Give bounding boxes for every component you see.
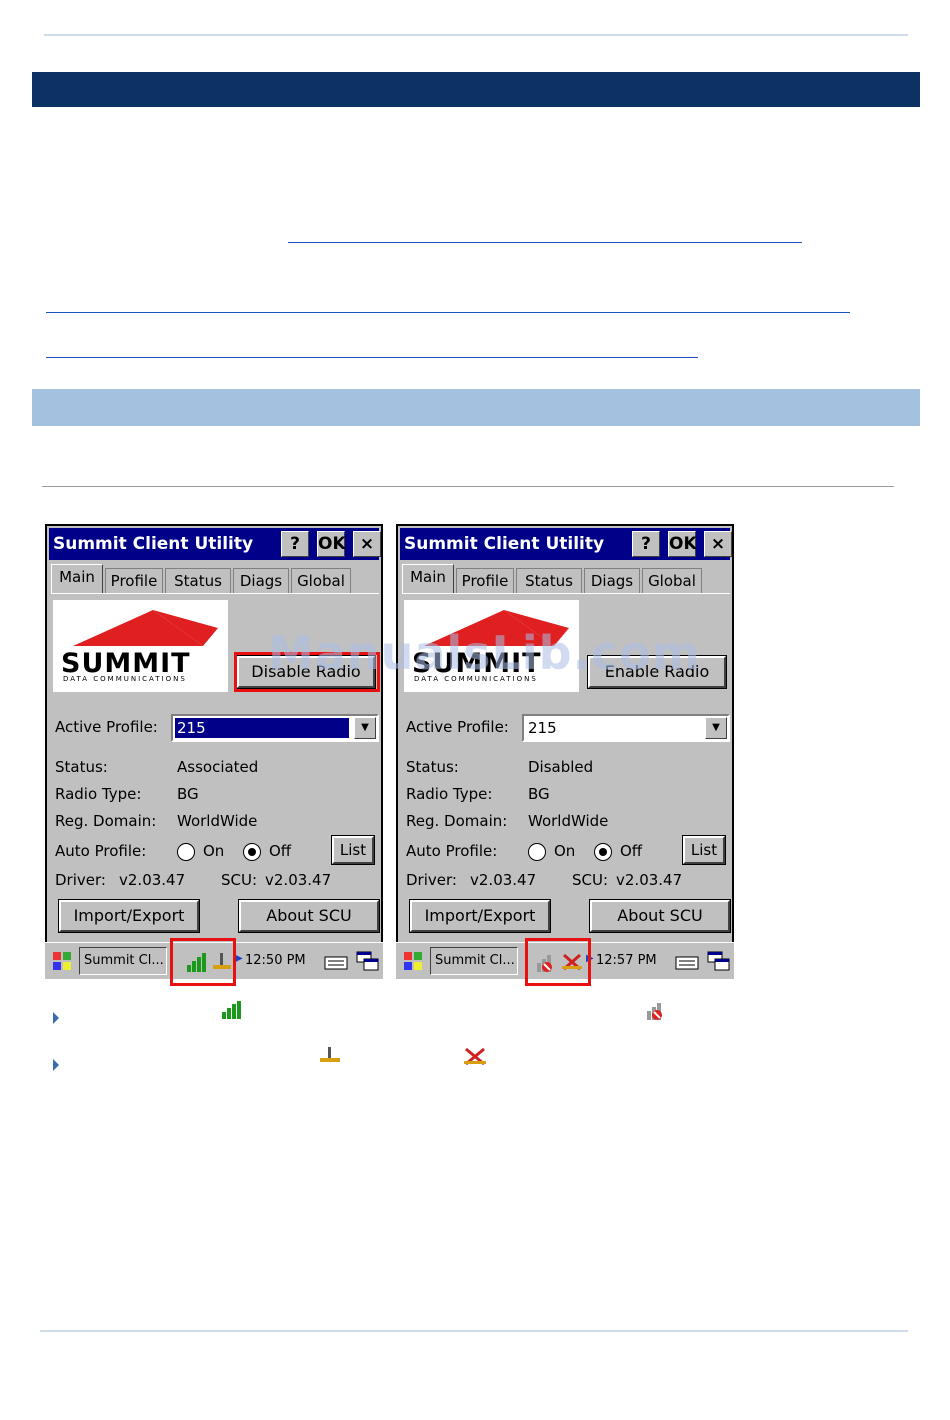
auto-profile-on-label: On: [554, 842, 576, 860]
scu-window-right: Summit Client Utility ? OK × Main Profil…: [396, 524, 734, 986]
active-profile-value: 215: [528, 719, 557, 737]
tab-profile[interactable]: Profile: [105, 568, 163, 593]
link-underline[interactable]: [46, 312, 850, 313]
tab-global[interactable]: Global: [291, 568, 351, 593]
scu-value: v2.03.47: [265, 871, 332, 889]
auto-profile-off-label: Off: [620, 842, 643, 860]
tab-status[interactable]: Status: [165, 568, 231, 593]
reg-domain-value: WorldWide: [177, 812, 258, 830]
auto-profile-on-radio[interactable]: [528, 843, 546, 861]
active-profile-select[interactable]: 215 ▼: [171, 714, 379, 742]
section-header-band: [32, 72, 920, 107]
title-bar: Summit Client Utility ? OK ×: [400, 528, 732, 560]
status-label: Status:: [55, 758, 108, 776]
auto-profile-off-label: Off: [269, 842, 292, 860]
ok-button[interactable]: OK: [668, 531, 697, 557]
bullet-arrow-icon: [53, 1012, 59, 1024]
tab-global[interactable]: Global: [642, 568, 702, 593]
radio-type-label: Radio Type:: [55, 785, 142, 803]
close-button[interactable]: ×: [704, 531, 732, 557]
help-button[interactable]: ?: [281, 531, 309, 557]
tab-diags[interactable]: Diags: [233, 568, 289, 593]
list-button[interactable]: List: [331, 835, 375, 865]
title-bar: Summit Client Utility ? OK ×: [49, 528, 381, 560]
bottom-rule: [40, 1330, 908, 1332]
keyboard-icon[interactable]: [323, 949, 349, 973]
status-label: Status:: [406, 758, 459, 776]
auto-profile-off-radio[interactable]: [243, 843, 261, 861]
active-profile-label: Active Profile:: [406, 718, 509, 736]
reg-domain-label: Reg. Domain:: [55, 812, 157, 830]
list-button[interactable]: List: [682, 835, 726, 865]
radio-type-label: Radio Type:: [406, 785, 493, 803]
window-switch-icon[interactable]: [355, 949, 381, 973]
active-profile-value: 215: [174, 717, 350, 739]
import-export-button[interactable]: Import/Export: [58, 899, 200, 933]
radio-type-value: BG: [528, 785, 550, 803]
scu-window-left: Summit Client Utility ? OK × Main Profil…: [45, 524, 383, 986]
network-disconnected-icon: [464, 1047, 486, 1066]
signal-strength-icon: [222, 1001, 241, 1019]
link-underline[interactable]: [46, 357, 698, 358]
radio-type-value: BG: [177, 785, 199, 803]
tab-status[interactable]: Status: [516, 568, 582, 593]
summit-logo-mark: [73, 610, 218, 646]
status-value: Associated: [177, 758, 259, 776]
clock: 12:50 PM: [245, 953, 306, 968]
ok-button[interactable]: OK: [317, 531, 346, 557]
bullet-arrow-icon: [53, 1059, 59, 1071]
windows-start-icon[interactable]: [400, 949, 426, 973]
reg-domain-label: Reg. Domain:: [406, 812, 508, 830]
taskbar-task-button[interactable]: Summit Cl...: [79, 947, 167, 975]
caption-rule: [42, 486, 894, 487]
import-export-button[interactable]: Import/Export: [409, 899, 551, 933]
link-underline[interactable]: [288, 242, 802, 243]
tab-profile[interactable]: Profile: [456, 568, 514, 593]
chevron-down-icon[interactable]: ▼: [354, 717, 376, 739]
window-switch-icon[interactable]: [706, 949, 732, 973]
scu-value: v2.03.47: [616, 871, 683, 889]
chevron-down-icon[interactable]: ▼: [705, 717, 727, 739]
auto-profile-label: Auto Profile:: [55, 842, 147, 860]
tab-diags[interactable]: Diags: [584, 568, 640, 593]
auto-profile-on-radio[interactable]: [177, 843, 195, 861]
driver-label: Driver:: [406, 871, 457, 889]
taskbar-task-button[interactable]: Summit Cl...: [430, 947, 518, 975]
logo-sub: DATA COMMUNICATIONS: [63, 675, 187, 683]
network-connected-icon: [320, 1047, 340, 1062]
about-scu-button[interactable]: About SCU: [589, 899, 731, 933]
watermark: ManualsLib.com: [268, 626, 701, 680]
window-title: Summit Client Utility: [53, 534, 254, 554]
tab-main[interactable]: Main: [51, 564, 103, 594]
windows-start-icon[interactable]: [49, 949, 75, 973]
highlight-box: [525, 938, 591, 986]
reg-domain-value: WorldWide: [528, 812, 609, 830]
status-value: Disabled: [528, 758, 594, 776]
help-button[interactable]: ?: [632, 531, 660, 557]
window-title: Summit Client Utility: [404, 534, 605, 554]
tab-main[interactable]: Main: [402, 564, 454, 594]
scu-label: SCU:: [572, 871, 609, 889]
driver-value: v2.03.47: [119, 871, 186, 889]
auto-profile-on-label: On: [203, 842, 225, 860]
scu-label: SCU:: [221, 871, 258, 889]
close-button[interactable]: ×: [353, 531, 381, 557]
summit-logo: SUMMIT DATA COMMUNICATIONS: [53, 600, 228, 692]
clock: 12:57 PM: [596, 953, 657, 968]
subsection-header-band: [32, 389, 920, 426]
arrow-right-icon: ▶: [235, 953, 243, 964]
auto-profile-label: Auto Profile:: [406, 842, 498, 860]
signal-disabled-icon: [647, 1003, 662, 1020]
active-profile-select[interactable]: 215 ▼: [522, 714, 730, 742]
driver-value: v2.03.47: [470, 871, 537, 889]
keyboard-icon[interactable]: [674, 949, 700, 973]
auto-profile-off-radio[interactable]: [594, 843, 612, 861]
top-rule: [44, 34, 908, 36]
driver-label: Driver:: [55, 871, 106, 889]
active-profile-label: Active Profile:: [55, 718, 158, 736]
highlight-box: [170, 938, 236, 986]
about-scu-button[interactable]: About SCU: [238, 899, 380, 933]
